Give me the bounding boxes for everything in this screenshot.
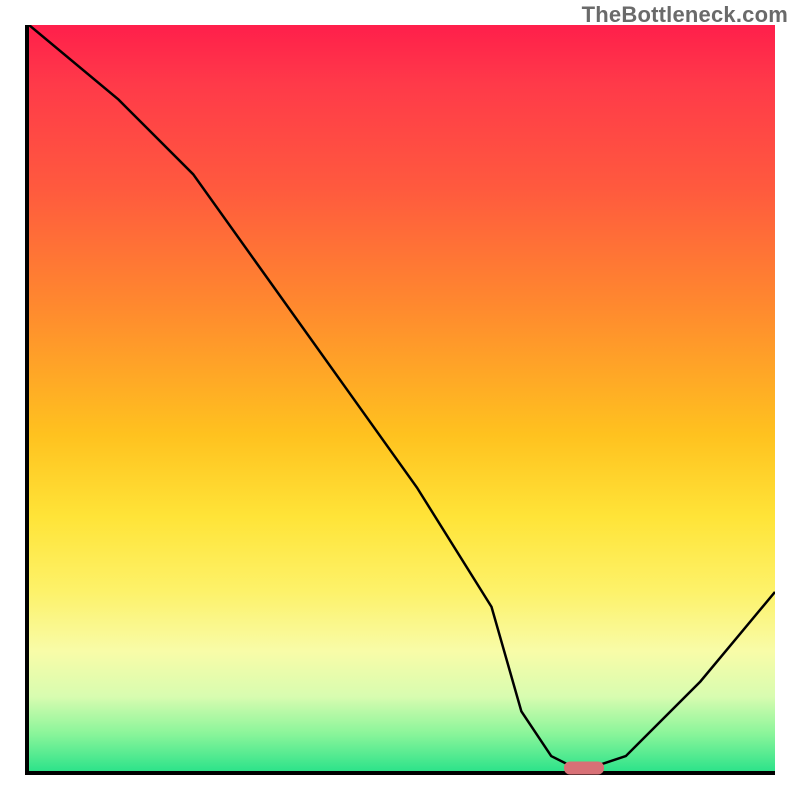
gradient-background: [29, 25, 775, 771]
plot-area: [25, 25, 775, 775]
chart-container: TheBottleneck.com: [0, 0, 800, 800]
